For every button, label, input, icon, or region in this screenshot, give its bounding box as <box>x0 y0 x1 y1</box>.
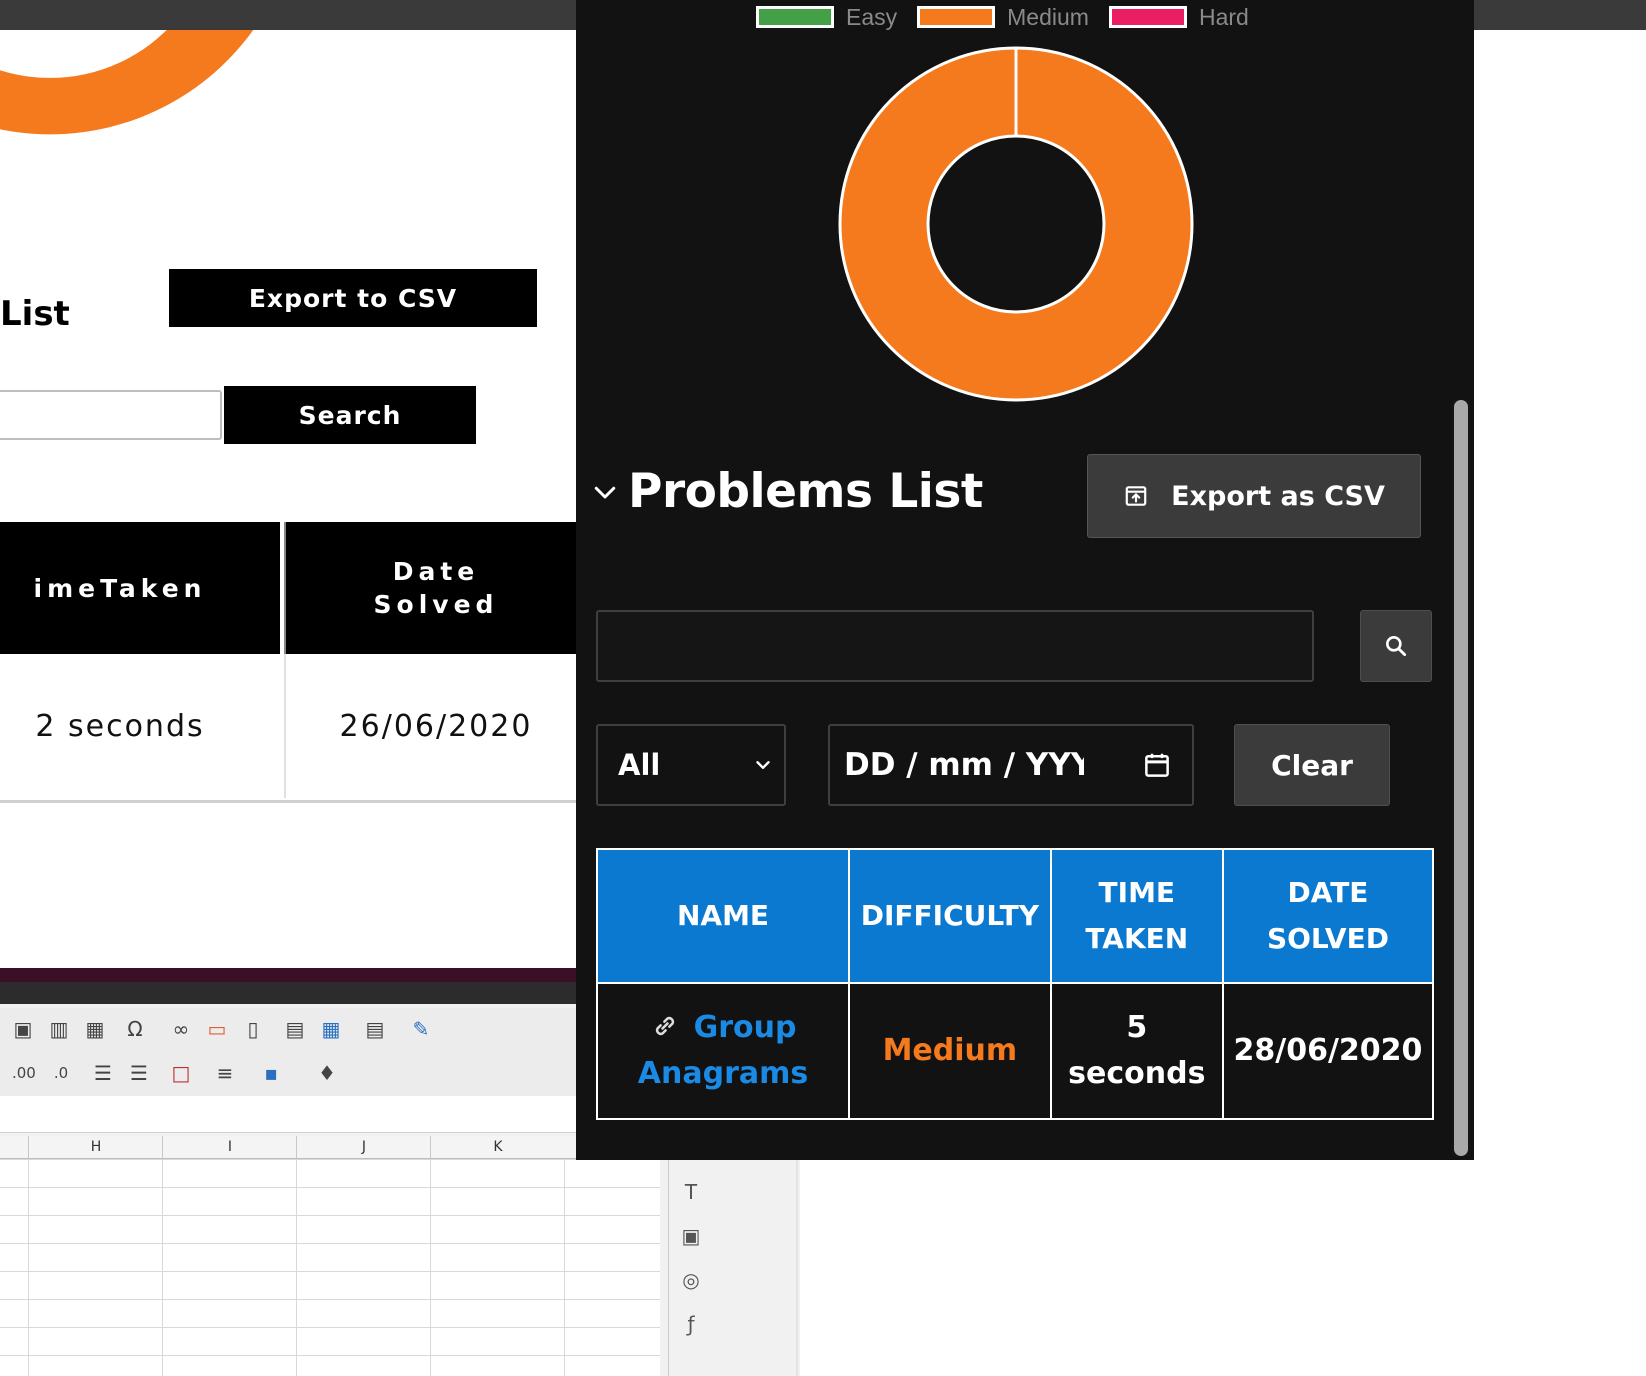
column-header-j[interactable]: J <box>296 1136 431 1158</box>
table-row: Group Anagrams Medium 5 seconds 28/06/20… <box>595 982 1435 1120</box>
legend-swatch-medium <box>917 6 996 28</box>
legend-swatch-hard <box>1108 6 1187 28</box>
formula-bar[interactable] <box>0 1096 660 1133</box>
spreadsheet-grid[interactable] <box>0 1159 660 1376</box>
background-page-title: List <box>0 294 70 334</box>
section-title: Problems List <box>628 464 983 519</box>
export-csv-button[interactable]: Export as CSV <box>1087 454 1421 538</box>
comment-icon[interactable]: ▭ <box>206 1018 228 1040</box>
spreadsheet-menu-bar <box>0 982 580 1004</box>
difficulty-select-value: All <box>618 748 661 782</box>
delete-decimal-icon[interactable]: .0 <box>50 1062 72 1084</box>
column-header-k[interactable]: K <box>430 1136 565 1158</box>
cell-time-taken: 5 seconds <box>1049 982 1224 1120</box>
legend-item-easy[interactable]: Easy <box>756 4 897 31</box>
split-window-icon[interactable]: ▤ <box>364 1018 386 1040</box>
background-header-time: imeTaken <box>0 522 280 654</box>
legend-label-easy: Easy <box>846 3 898 30</box>
difficulty-label: Medium <box>882 1033 1018 1068</box>
divider <box>796 1152 798 1376</box>
problems-table: NAME DIFFICULTY TIME TAKEN DATE SOLVED G… <box>595 848 1435 1120</box>
background-search-input[interactable] <box>0 390 222 440</box>
cell-problem-name[interactable]: Group Anagrams <box>595 982 851 1120</box>
border-style-icon[interactable]: ≡ <box>214 1062 236 1084</box>
legend-swatch-easy <box>756 6 834 28</box>
cell-date-solved: 28/06/2020 <box>1221 982 1435 1120</box>
chevron-down-icon[interactable] <box>590 477 620 507</box>
header-footer-icon[interactable]: ▯ <box>242 1018 264 1040</box>
background-cell-time: 2 seconds <box>35 708 205 744</box>
legend-item-medium[interactable]: Medium <box>917 4 1089 31</box>
pivot-table-icon[interactable]: ▦ <box>84 1018 106 1040</box>
legend-label-hard: Hard <box>1198 3 1249 30</box>
spreadsheet-title-bar <box>0 968 580 982</box>
background-donut-chart <box>0 30 254 135</box>
column-headers: H I J K <box>0 1136 660 1159</box>
section-header[interactable]: Problems List <box>590 464 983 519</box>
column-header-name[interactable]: NAME <box>595 848 851 984</box>
column-header-difficulty[interactable]: DIFFICULTY <box>848 848 1052 984</box>
define-print-area-icon[interactable]: ▤ <box>284 1018 306 1040</box>
special-character-icon[interactable]: Ω <box>124 1018 146 1040</box>
background-search-button[interactable]: Search <box>224 386 476 444</box>
search-icon <box>1386 636 1407 657</box>
link-icon <box>655 1016 674 1036</box>
calendar-icon[interactable] <box>1142 750 1172 780</box>
date-filter-input[interactable]: DD / mm / YYYY <box>828 724 1194 806</box>
column-header-time-taken[interactable]: TIME TAKEN <box>1049 848 1224 984</box>
difficulty-donut-chart <box>838 46 1194 402</box>
functions-icon[interactable]: ƒ <box>679 1312 703 1336</box>
column-header-i[interactable]: I <box>162 1136 297 1158</box>
freeze-rows-icon[interactable]: ▦ <box>320 1018 342 1040</box>
draw-icon[interactable]: ✎ <box>410 1018 432 1040</box>
search-input[interactable] <box>596 610 1314 682</box>
borders-icon[interactable]: □ <box>170 1062 192 1084</box>
extension-popup: Easy Medium Hard Problems List Export as… <box>576 0 1474 1160</box>
export-icon <box>1125 486 1147 506</box>
increase-indent-icon[interactable]: ☰ <box>92 1062 114 1084</box>
border-color-icon[interactable]: ▪ <box>260 1062 282 1084</box>
navigator-icon[interactable]: ◎ <box>679 1268 703 1292</box>
background-export-button[interactable]: Export to CSV <box>169 269 537 327</box>
background-cell-date: 26/06/2020 <box>284 654 580 798</box>
cell-difficulty: Medium <box>848 982 1052 1120</box>
legend-item-hard[interactable]: Hard <box>1108 3 1249 31</box>
background-table: imeTaken Date Solved 2 seconds 26/06/202… <box>0 522 580 803</box>
spreadsheet-toolbar-2: .00 .0 ☰ ☰ □ ≡ ▪ ♦ <box>0 1052 660 1097</box>
insert-chart-icon[interactable]: ▥ <box>48 1018 70 1040</box>
scrollbar-thumb[interactable] <box>1454 400 1468 1156</box>
background-color-icon[interactable]: ♦ <box>316 1062 338 1084</box>
difficulty-select[interactable]: All <box>596 724 786 806</box>
column-header-date-solved[interactable]: DATE SOLVED <box>1221 848 1435 984</box>
column-header-h[interactable]: H <box>28 1136 163 1158</box>
legend-label-medium: Medium <box>1007 3 1089 30</box>
chart-legend: Easy Medium Hard <box>756 2 1296 32</box>
clear-button[interactable]: Clear <box>1234 724 1390 806</box>
background-header-date: Date Solved <box>284 522 580 654</box>
spreadsheet-toolbar-1: ▣ ▥ ▦ Ω ∞ ▭ ▯ ▤ ▦ ▤ ✎ <box>0 1008 660 1052</box>
chevron-down-icon <box>756 761 770 769</box>
search-button[interactable] <box>1360 610 1432 682</box>
add-decimal-icon[interactable]: .00 <box>12 1062 36 1084</box>
table-header-row: NAME DIFFICULTY TIME TAKEN DATE SOLVED <box>595 848 1435 984</box>
decrease-indent-icon[interactable]: ☰ <box>128 1062 150 1084</box>
background-page: List Export to CSV Search imeTaken Date … <box>0 30 580 970</box>
styles-icon[interactable]: T <box>679 1180 703 1204</box>
hyperlink-icon[interactable]: ∞ <box>170 1018 192 1040</box>
spreadsheet-sidebar: ▤ T ▣ ◎ ƒ <box>668 1128 713 1376</box>
insert-image-icon[interactable]: ▣ <box>12 1018 34 1040</box>
date-filter-placeholder: DD / mm / YYYY <box>844 747 1084 783</box>
gallery-icon[interactable]: ▣ <box>679 1224 703 1248</box>
export-csv-label: Export as CSV <box>1171 480 1385 512</box>
